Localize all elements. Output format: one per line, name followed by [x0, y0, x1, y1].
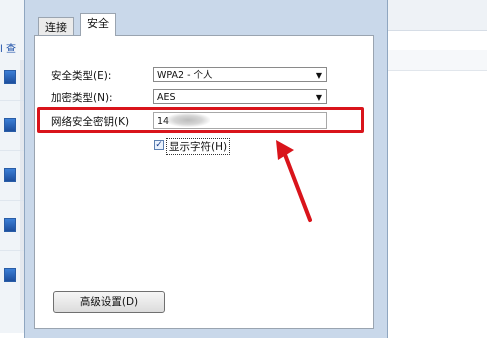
- security-type-value: WPA2 - 个人: [157, 70, 213, 81]
- encryption-type-select[interactable]: AES ▼: [153, 89, 327, 104]
- show-characters-checkbox[interactable]: ✓: [154, 140, 164, 150]
- encryption-type-value: AES: [157, 92, 176, 103]
- background-link[interactable]: l 查: [0, 40, 16, 55]
- file-icon: [4, 218, 16, 232]
- file-icon: [4, 70, 16, 84]
- security-type-label: 安全类型(E):: [51, 70, 112, 82]
- background-header: [388, 0, 487, 31]
- security-type-select[interactable]: WPA2 - 个人 ▼: [153, 67, 327, 82]
- background-band: [388, 50, 487, 71]
- file-icon: [4, 118, 16, 132]
- file-icon: [4, 168, 16, 182]
- encryption-type-label: 加密类型(N):: [51, 92, 113, 104]
- file-icon: [4, 268, 16, 282]
- advanced-settings-button[interactable]: 高级设置(D): [53, 291, 165, 313]
- show-characters-label[interactable]: 显示字符(H): [166, 138, 231, 155]
- red-arrow-icon: [276, 140, 312, 222]
- red-highlight-box: [37, 107, 364, 133]
- tab-security[interactable]: 安全: [80, 13, 116, 36]
- chevron-down-icon: ▼: [315, 93, 322, 102]
- background-window-right: [388, 0, 487, 333]
- chevron-down-icon: ▼: [315, 71, 322, 80]
